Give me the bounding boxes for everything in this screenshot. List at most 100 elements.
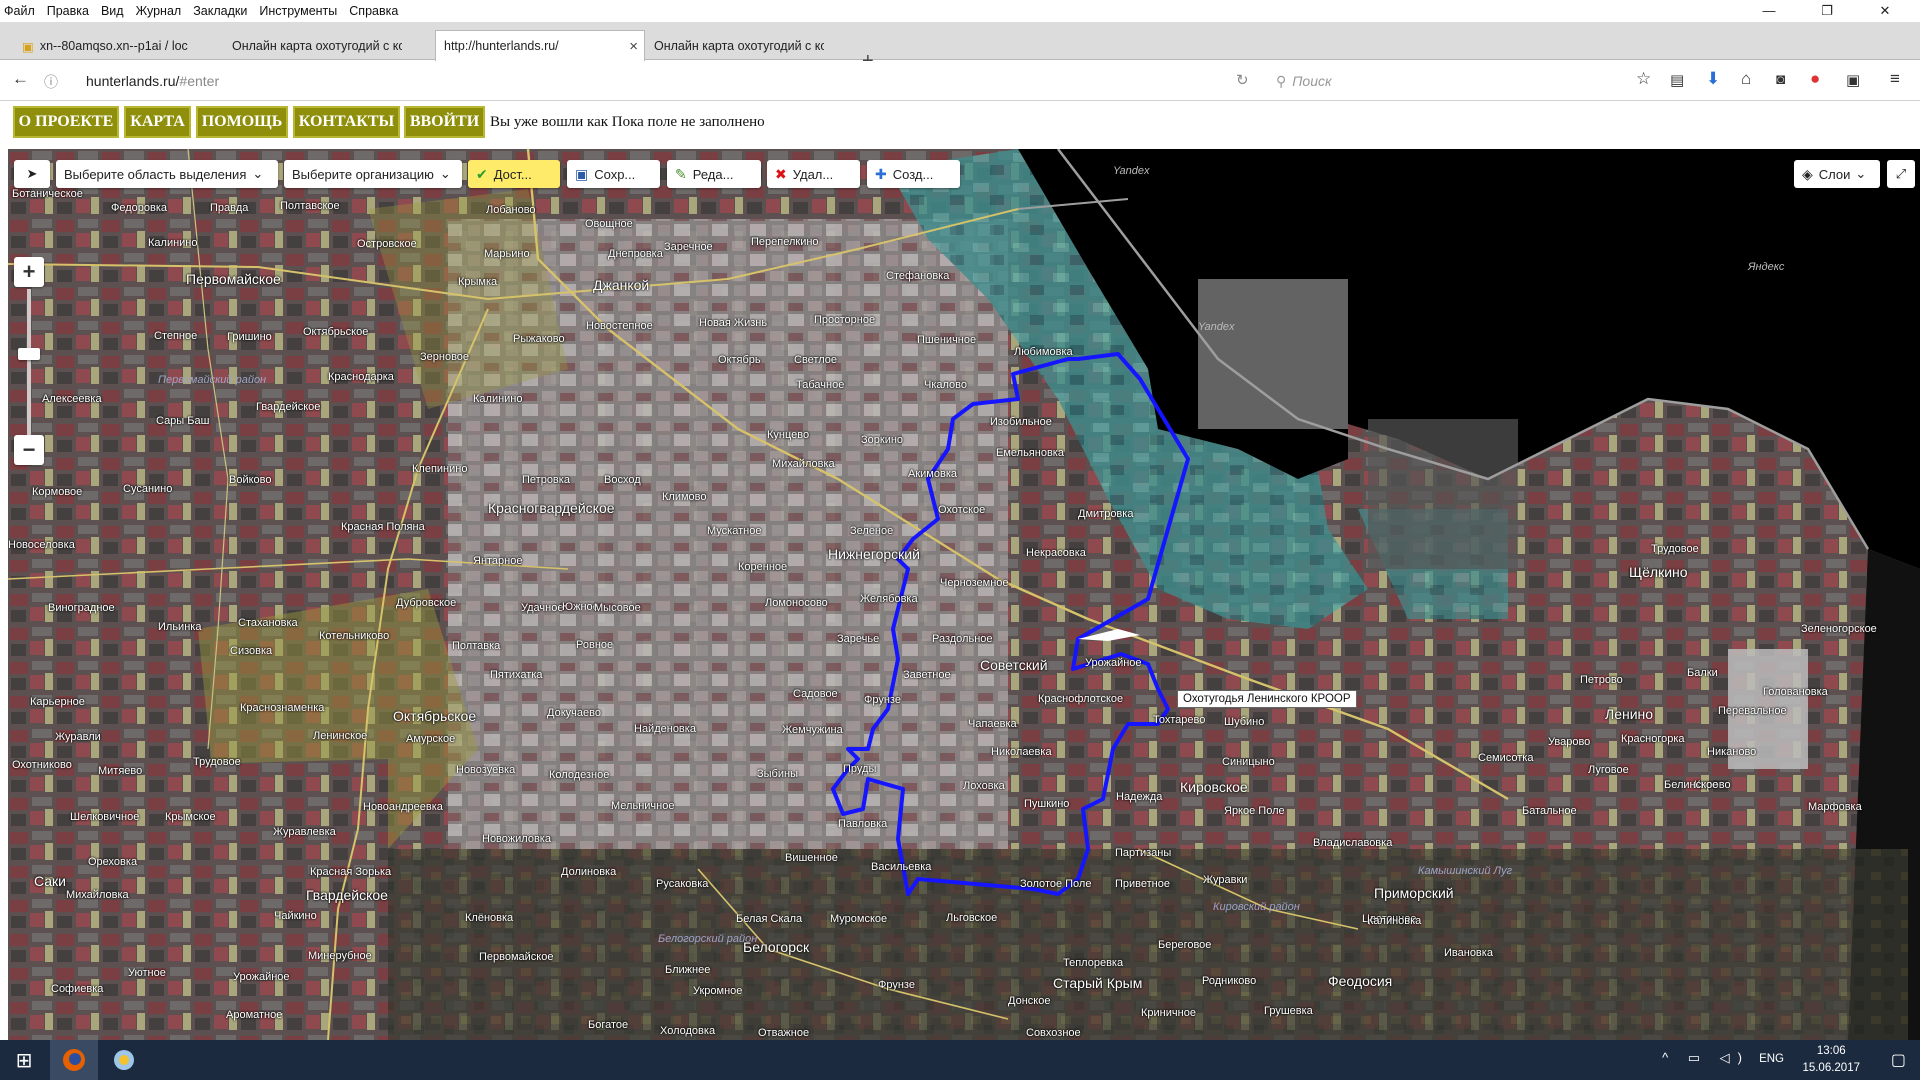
chevron-down-icon: ⌄ [439, 166, 451, 181]
place-label: Джанкой [593, 277, 650, 293]
menu-bookmarks[interactable]: Закладки [193, 4, 247, 18]
navigation-bar: ← ⓘ hunterlands.ru/#enter ↻ ⚲ Поиск ☆ ▤ ⬇… [0, 61, 1920, 101]
edit-button[interactable]: ✎ Реда... [667, 160, 761, 188]
place-label: Желябовка [860, 593, 918, 605]
place-label: Краснознаменка [240, 702, 325, 714]
access-button[interactable]: ✔ Дост... [468, 160, 560, 188]
tab-3-active[interactable]: http://hunterlands.ru/ × [435, 30, 645, 61]
place-label: Урожайное [233, 971, 290, 983]
place-label: Мысовое [594, 602, 641, 614]
nav-help[interactable]: ПОМОЩЬ [196, 106, 288, 138]
place-label: Старый Крым [1053, 975, 1143, 991]
url-hash: #enter [179, 73, 220, 89]
place-label: Белинское [1664, 779, 1719, 791]
place-label: Пушкино [1024, 798, 1070, 810]
keyboard-language[interactable]: ENG [1759, 1053, 1784, 1065]
info-icon[interactable]: ⓘ [44, 72, 58, 92]
place-label: Табачное [796, 379, 845, 391]
search-box[interactable]: ⚲ Поиск [1268, 67, 1608, 95]
tab-title: xn--80amqso.xn--p1ai / loc [39, 39, 188, 53]
nav-about[interactable]: О ПРОЕКТЕ [13, 106, 119, 138]
save-button[interactable]: ▣ Сохр... [567, 160, 660, 188]
bookmark-star-icon[interactable]: ☆ [1636, 69, 1651, 89]
menu-tools[interactable]: Инструменты [259, 4, 337, 18]
windows-start-icon[interactable]: ⊞ [0, 1040, 48, 1080]
delete-button[interactable]: ✖ Удал... [767, 160, 860, 188]
place-label: Заветное [903, 669, 951, 681]
place-label: Красная Поляна [341, 521, 425, 533]
tab-2[interactable]: Онлайн карта охотугодий с ко [232, 32, 402, 60]
place-label: Мускатное [707, 525, 762, 537]
windows-taskbar: ⊞ ^ ▭ ◁) ENG 13:06 15.06.2017 ▢ [0, 1040, 1920, 1080]
site-header [0, 101, 1920, 149]
place-label: Ботаническое [12, 188, 83, 200]
place-label: Октябрьское [393, 708, 477, 724]
nav-map[interactable]: КАРТА [124, 106, 191, 138]
expand-icon: ⤢ [1895, 166, 1907, 181]
place-label: Лобаново [486, 204, 536, 216]
system-tray-icons[interactable]: ^ ▭ ◁) [1662, 1050, 1750, 1066]
url-bar[interactable]: hunterlands.ru/#enter [86, 73, 219, 89]
place-label: Емельяновка [996, 447, 1064, 459]
layers-dropdown[interactable]: ◈ Слои ⌄ [1794, 160, 1880, 188]
place-label: Светлое [794, 354, 837, 366]
place-label: Красная Зорька [310, 866, 392, 878]
menu-edit[interactable]: Правка [47, 4, 89, 18]
plus-icon: + [22, 259, 36, 284]
app-taskbar-icon[interactable] [100, 1040, 148, 1080]
place-label: Котельниково [319, 630, 390, 642]
menu-file[interactable]: Файл [4, 4, 35, 18]
map-canvas[interactable]: Yandex Яндекс Yandex Первомайский район … [8, 149, 1920, 1040]
minimize-icon[interactable]: — [1746, 0, 1792, 22]
place-label: Октябрьское [303, 326, 369, 338]
place-label: Зоркино [861, 434, 904, 446]
place-label: Клепинино [412, 463, 468, 475]
close-tab-icon[interactable]: × [629, 38, 638, 55]
zoom-in-button[interactable]: + [14, 257, 44, 287]
tab-4[interactable]: Онлайн карта охотугодий с ко [654, 32, 824, 60]
place-label: Михайловка [772, 458, 835, 470]
pocket-icon[interactable]: ◙ [1776, 71, 1785, 88]
browser-menubar: Файл Правка Вид Журнал Закладки Инструме… [0, 0, 1920, 22]
close-window-icon[interactable]: ✕ [1862, 0, 1908, 22]
place-label: Кунцево [767, 429, 810, 441]
zoom-out-button[interactable]: − [14, 435, 44, 465]
place-label: Правда [210, 202, 249, 214]
fullscreen-button[interactable]: ⤢ [1887, 160, 1915, 188]
layers-label: Слои [1818, 166, 1851, 182]
menu-view[interactable]: Вид [101, 4, 124, 18]
menu-help[interactable]: Справка [349, 4, 398, 18]
notifications-icon[interactable]: ▢ [1891, 1050, 1906, 1070]
place-label: Журавки [1203, 874, 1248, 886]
sidebar-icon[interactable]: ▣ [1846, 71, 1860, 89]
place-label: Восход [604, 474, 641, 486]
place-label: Новая Жизнь [699, 317, 768, 329]
checkmark-icon: ✔ [476, 165, 488, 182]
tab-1[interactable]: ▣ xn--80amqso.xn--p1ai / loc [22, 32, 192, 60]
org-select-dropdown[interactable]: Выберите организацию ⌄ [284, 160, 462, 188]
place-label: Богатое [588, 1019, 629, 1031]
home-icon[interactable]: ⌂ [1741, 69, 1751, 89]
nav-contacts[interactable]: КОНТАКТЫ [293, 106, 400, 138]
place-label: Сары Баш [156, 415, 210, 427]
firefox-taskbar-icon[interactable] [50, 1040, 98, 1080]
hamburger-menu-icon[interactable]: ≡ [1890, 69, 1900, 89]
area-select-dropdown[interactable]: Выберите область выделения ⌄ [56, 160, 278, 188]
restore-icon[interactable]: ❐ [1804, 0, 1850, 22]
create-button[interactable]: ✚ Созд... [867, 160, 960, 188]
downloads-icon[interactable]: ⬇ [1706, 69, 1720, 89]
place-label: Новоселовка [8, 539, 75, 551]
place-label: Крымка [458, 276, 498, 288]
reload-icon[interactable]: ↻ [1236, 71, 1249, 89]
zoom-slider-track[interactable] [27, 289, 31, 439]
place-label: Щёлкино [1629, 564, 1688, 580]
geolocate-button[interactable]: ➤ [14, 160, 50, 188]
back-icon[interactable]: ← [12, 69, 29, 89]
zoom-slider-handle[interactable] [18, 348, 40, 360]
taskbar-clock[interactable]: 13:06 15.06.2017 [1802, 1043, 1860, 1077]
nav-login[interactable]: ВВОЙТИ [404, 106, 485, 138]
hunting-ground-tooltip: Охотугодья Ленинского КРООР [1177, 690, 1357, 708]
reading-list-icon[interactable]: ▤ [1670, 71, 1684, 89]
extension-icon[interactable]: ● [1810, 69, 1820, 89]
menu-history[interactable]: Журнал [136, 4, 182, 18]
